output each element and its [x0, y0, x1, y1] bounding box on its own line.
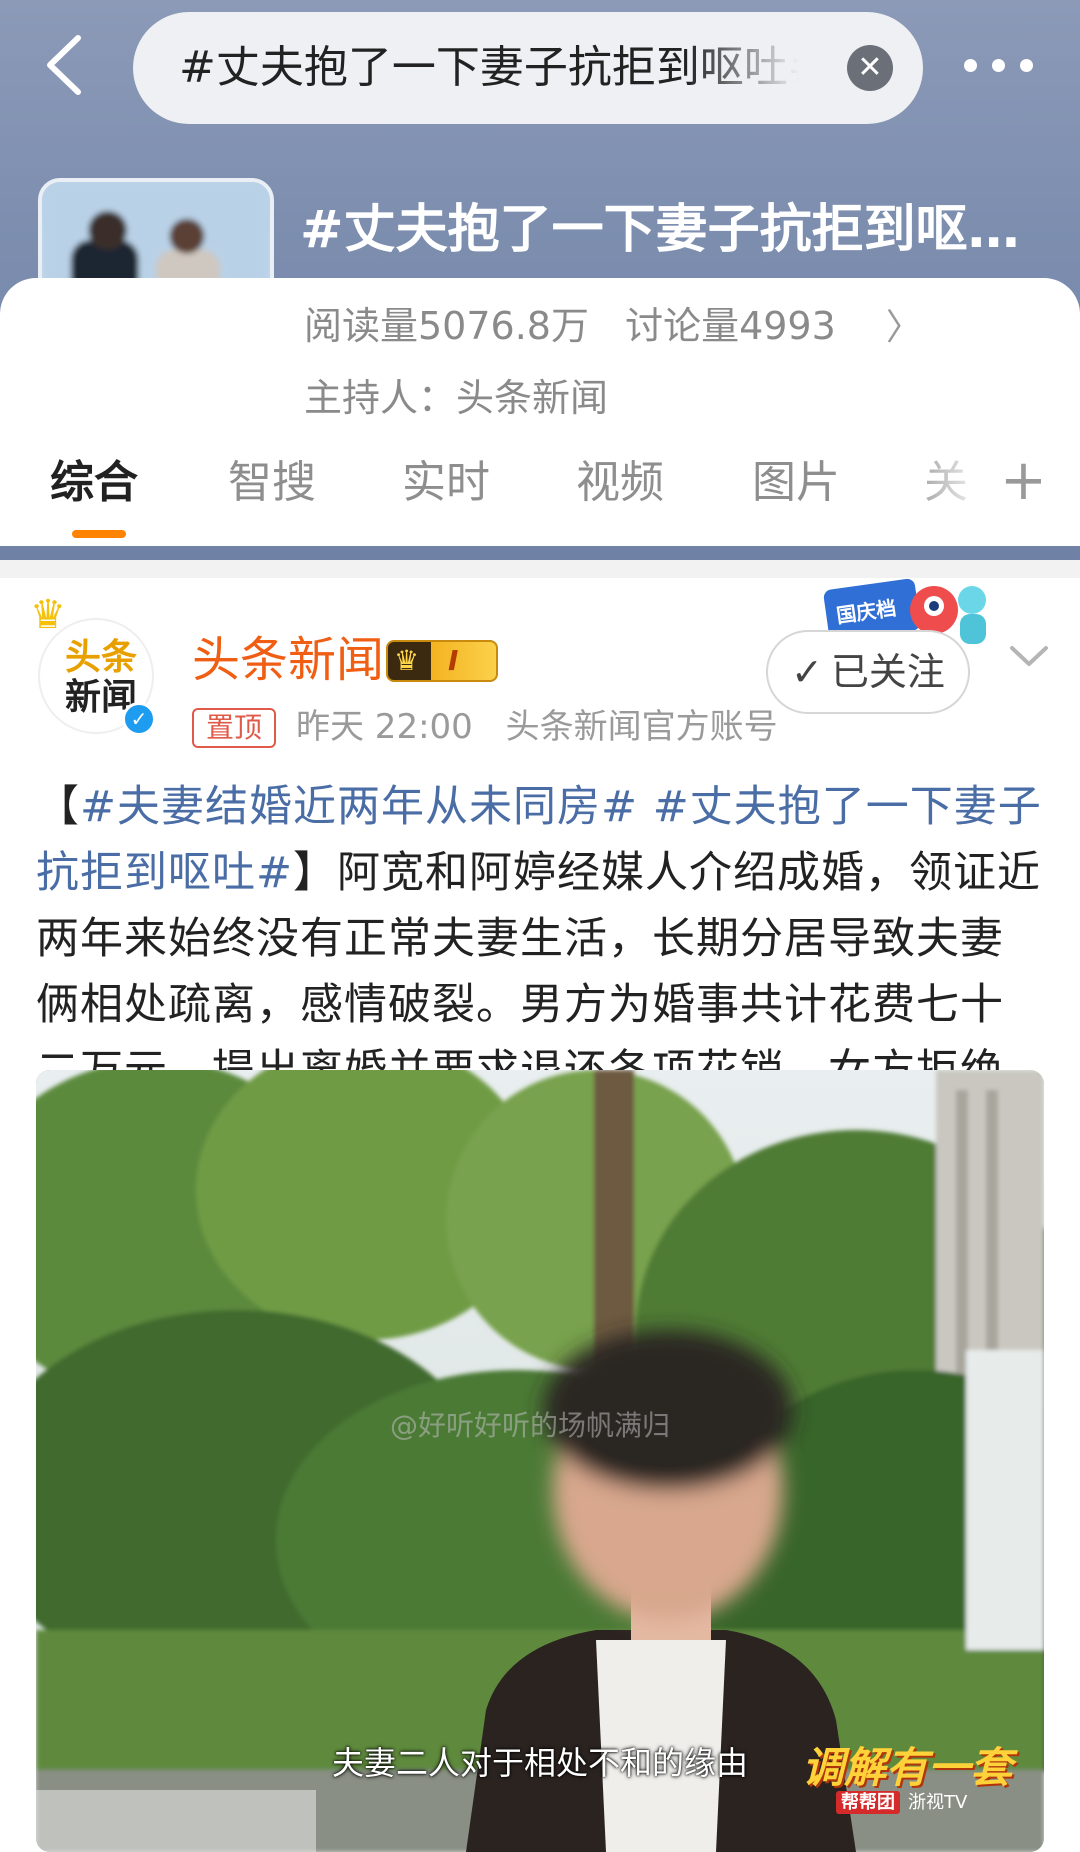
show-logo: 调解有一套: [802, 1743, 1013, 1792]
bracket-open: 【: [36, 782, 80, 832]
follow-button[interactable]: ✓ 已关注: [766, 630, 970, 714]
level-number: I: [448, 644, 459, 677]
post-time: 昨天 22:00: [296, 707, 473, 747]
topic-host: 主持人：头条新闻: [304, 376, 609, 420]
show-sublogo: 帮帮团 浙视TV: [836, 1788, 967, 1814]
post-source: 头条新闻官方账号: [505, 707, 778, 747]
plus-icon[interactable]: +: [1000, 448, 1047, 514]
tab-images[interactable]: 图片: [752, 448, 840, 518]
post-meta: 昨天 22:00 头条新闻官方账号: [296, 702, 800, 752]
pinned-badge: 置顶: [192, 708, 276, 748]
crown-icon: ♛: [30, 592, 66, 638]
hashtag-link[interactable]: #夫妻结婚近两年从未同房#: [80, 782, 638, 832]
chevron-right-icon: 〉: [885, 307, 922, 348]
tab-smart-search[interactable]: 智搜: [228, 448, 316, 518]
discussion-count: 讨论量4993: [625, 304, 836, 348]
topic-stats[interactable]: 阅读量5076.8万 讨论量4993 〉: [304, 298, 946, 354]
tab-video[interactable]: 视频: [576, 448, 664, 518]
search-bar[interactable]: #丈夫抱了一下妻子抗拒到呕吐# ✕: [133, 12, 923, 124]
back-arrow-icon: [47, 35, 81, 95]
checkmark-icon: ✓: [791, 650, 823, 694]
active-tab-indicator: [72, 530, 126, 538]
post-card: ♛ 头条 新闻 ✓ 头条新闻 ♛ I 置顶 昨天 22:00 头条新闻官方账号 …: [0, 578, 1080, 1852]
clear-icon[interactable]: ✕: [847, 45, 893, 91]
follow-label: 已关注: [830, 650, 945, 694]
tab-fade: [900, 440, 990, 520]
tab-comprehensive[interactable]: 综合: [50, 448, 138, 518]
topic-info-panel: 阅读量5076.8万 讨论量4993 〉 主持人：头条新闻 综合 智搜 实时 视…: [0, 278, 1080, 546]
topic-title: #丈夫抱了一下妻子抗拒到呕吐#: [300, 200, 1060, 260]
back-button[interactable]: [38, 30, 98, 100]
crown-icon: ♛: [394, 644, 420, 677]
author-name[interactable]: 头条新闻: [192, 628, 384, 692]
read-count: 阅读量5076.8万: [304, 304, 589, 348]
search-query[interactable]: #丈夫抱了一下妻子抗拒到呕吐#: [179, 40, 799, 96]
avatar[interactable]: ♛ 头条 新闻 ✓: [30, 592, 156, 736]
post-video[interactable]: 夫妻二人对于相处不和的缘由 调解有一套 帮帮团 浙视TV: [36, 1070, 1044, 1852]
tab-realtime[interactable]: 实时: [402, 448, 490, 518]
chevron-down-icon[interactable]: [1004, 630, 1054, 680]
more-dots-icon[interactable]: [960, 45, 1040, 85]
member-level-badge: ♛ I: [386, 640, 498, 682]
verified-icon: ✓: [122, 702, 156, 736]
